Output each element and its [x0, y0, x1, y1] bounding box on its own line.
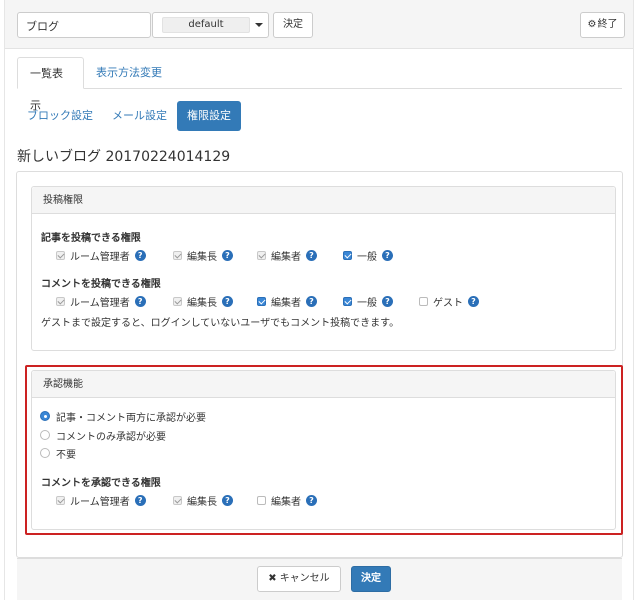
- role-label: 編集長: [187, 251, 217, 263]
- frame-style-select[interactable]: default: [152, 12, 269, 38]
- cancel-label: キャンセル: [279, 573, 330, 584]
- cancel-button[interactable]: ✖ キャンセル: [257, 566, 341, 592]
- checkbox-locked-icon: [56, 495, 65, 505]
- role-label: ルーム管理者: [70, 496, 130, 508]
- help-icon[interactable]: ?: [306, 295, 317, 307]
- close-button[interactable]: ⚙終了: [580, 12, 625, 38]
- role-label: 編集者: [271, 496, 301, 508]
- approve-role-editor[interactable]: 編集者 ?: [257, 493, 317, 508]
- radio-unselected-icon[interactable]: [40, 448, 50, 458]
- role-label: 一般: [357, 251, 377, 263]
- checkbox-checked-icon[interactable]: [343, 250, 352, 260]
- article-role-room-admin: ルーム管理者 ?: [56, 248, 146, 263]
- comment-role-editor[interactable]: 編集者 ?: [257, 294, 317, 309]
- help-icon[interactable]: ?: [468, 295, 479, 307]
- checkbox-locked-icon: [173, 296, 182, 306]
- comment-role-guest[interactable]: ゲスト ?: [419, 294, 479, 309]
- help-icon[interactable]: ?: [134, 494, 146, 506]
- block-title-input[interactable]: ブログ: [17, 12, 151, 38]
- help-icon[interactable]: ?: [306, 494, 317, 506]
- frame-style-value: default: [162, 17, 250, 33]
- checkbox-unchecked-icon[interactable]: [257, 495, 266, 505]
- article-role-general[interactable]: 一般 ?: [343, 248, 393, 263]
- radio-label: 不要: [56, 449, 76, 461]
- checkbox-locked-icon: [56, 250, 65, 260]
- guest-note: ゲストまで設定すると、ログインしていないユーザでもコメント投稿できます。: [41, 318, 400, 329]
- approval-heading: 承認機能: [32, 371, 615, 398]
- radio-selected-icon[interactable]: [40, 411, 50, 421]
- page-title: 新しいブログ 20170224014129: [17, 149, 231, 165]
- approval-option-none[interactable]: 不要: [40, 446, 76, 461]
- comment-role-general[interactable]: 一般 ?: [343, 294, 393, 309]
- help-icon[interactable]: ?: [134, 249, 146, 261]
- help-icon[interactable]: ?: [306, 249, 317, 261]
- post-permission-heading: 投稿権限: [32, 187, 615, 214]
- article-permission-label: 記事を投稿できる権限: [41, 233, 141, 244]
- close-icon: ✖: [268, 573, 277, 584]
- checkbox-locked-icon: [56, 296, 65, 306]
- article-role-editor: 編集者 ?: [257, 248, 317, 263]
- tab-list-view[interactable]: 一覧表示: [17, 57, 84, 112]
- checkbox-locked-icon: [173, 495, 182, 505]
- help-icon[interactable]: ?: [222, 494, 233, 506]
- top-toolbar: ブログ default 決定 ⚙終了: [5, 0, 633, 49]
- checkbox-locked-icon: [257, 250, 266, 260]
- comment-permission-label: コメントを投稿できる権限: [41, 279, 161, 290]
- gear-icon: ⚙: [587, 19, 597, 30]
- comment-role-chief-editor: 編集長 ?: [173, 294, 233, 309]
- role-label: ルーム管理者: [70, 251, 130, 263]
- comment-role-room-admin: ルーム管理者 ?: [56, 294, 146, 309]
- help-icon[interactable]: ?: [134, 295, 146, 307]
- submit-button[interactable]: 決定: [351, 566, 391, 592]
- role-label: ゲスト: [433, 297, 463, 309]
- close-label: 終了: [597, 19, 618, 30]
- article-role-chief-editor: 編集長 ?: [173, 248, 233, 263]
- help-icon[interactable]: ?: [222, 249, 233, 261]
- role-label: 編集者: [271, 297, 301, 309]
- role-label: 一般: [357, 297, 377, 309]
- subnav-mail-settings[interactable]: メール設定: [102, 101, 177, 131]
- role-label: 編集長: [187, 297, 217, 309]
- page-frame: ブログ default 決定 ⚙終了 一覧表示 表示方法変更 ブロック設定 メー…: [4, 0, 634, 600]
- approve-role-room-admin: ルーム管理者 ?: [56, 493, 146, 508]
- role-label: 編集者: [271, 251, 301, 263]
- decide-button[interactable]: 決定: [273, 12, 313, 38]
- role-label: ルーム管理者: [70, 297, 130, 309]
- role-label: 編集長: [187, 496, 217, 508]
- chevron-down-icon: [255, 23, 263, 27]
- checkbox-locked-icon: [173, 250, 182, 260]
- approve-role-chief-editor: 編集長 ?: [173, 493, 233, 508]
- comment-approve-permission-label: コメントを承認できる権限: [41, 478, 161, 489]
- checkbox-checked-icon[interactable]: [257, 296, 266, 306]
- radio-label: 記事・コメント両方に承認が必要: [56, 412, 206, 424]
- radio-unselected-icon[interactable]: [40, 430, 50, 440]
- checkbox-unchecked-icon[interactable]: [419, 296, 428, 306]
- radio-label: コメントのみ承認が必要: [56, 431, 166, 443]
- tab-display-settings[interactable]: 表示方法変更: [84, 57, 174, 89]
- help-icon[interactable]: ?: [222, 295, 233, 307]
- help-icon[interactable]: ?: [382, 249, 393, 261]
- approval-option-comment-only[interactable]: コメントのみ承認が必要: [40, 428, 166, 443]
- approval-option-both[interactable]: 記事・コメント両方に承認が必要: [40, 409, 206, 424]
- checkbox-checked-icon[interactable]: [343, 296, 352, 306]
- help-icon[interactable]: ?: [382, 295, 393, 307]
- subnav-permission-settings[interactable]: 権限設定: [177, 101, 241, 131]
